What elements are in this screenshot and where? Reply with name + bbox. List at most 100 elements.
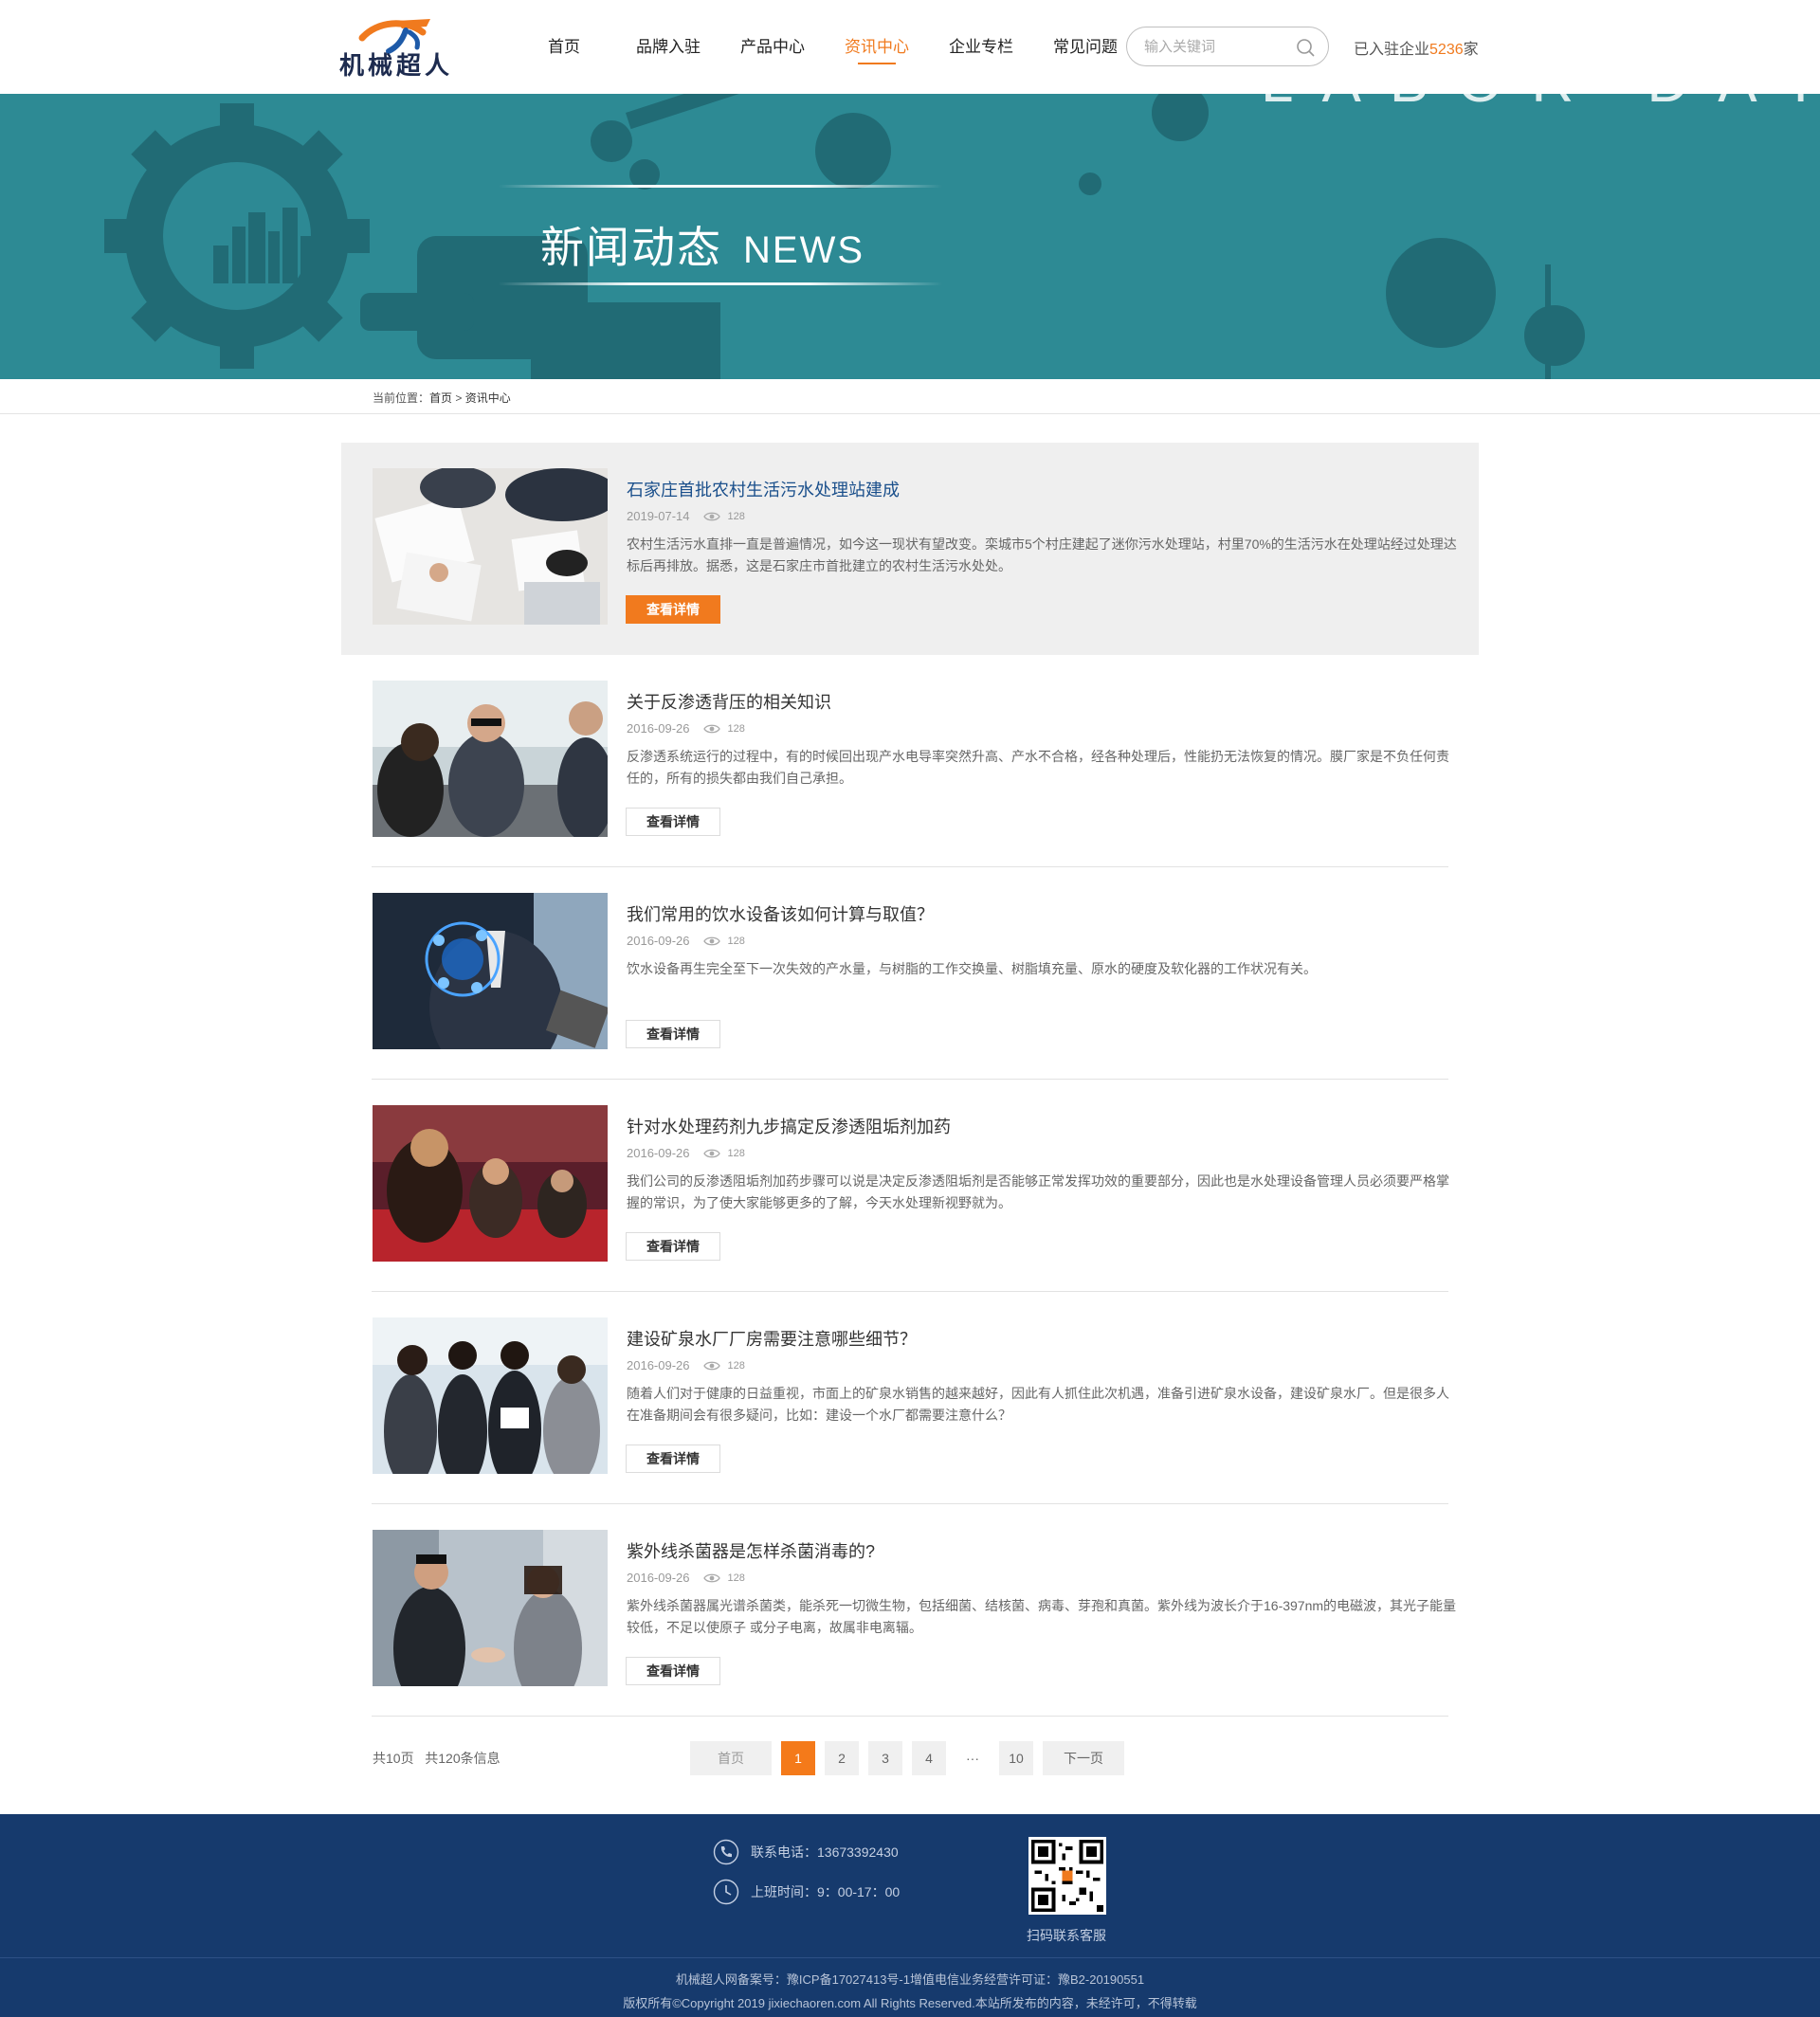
banner-line-top: [498, 185, 943, 188]
clock-icon: [713, 1879, 739, 1905]
search-input[interactable]: [1144, 36, 1286, 57]
view-details-button[interactable]: 查看详情: [626, 1232, 720, 1261]
total-items: 共120条信息: [425, 1751, 500, 1766]
page-button-10[interactable]: 10: [999, 1741, 1033, 1775]
seminar-audience-image: [373, 1105, 608, 1262]
news-title-link[interactable]: 紫外线杀菌器是怎样杀菌消毒的?: [627, 1538, 875, 1563]
logo-text: 机械超人: [339, 51, 454, 80]
icp-text: 机械超人网备案号：豫ICP备17027413号-1增值电信业务经营许可证：豫B2…: [675, 1972, 1145, 1987]
nav-brand-join[interactable]: 品牌入驻: [616, 0, 720, 94]
meeting-documents-image: [373, 468, 608, 625]
settled-count-text: 已入驻企业5236家: [1354, 36, 1479, 59]
eye-icon: [702, 724, 720, 733]
news-summary: 我们公司的反渗透阻垢剂加药步骤可以说是决定反渗透阻垢剂是否能够正常发挥功效的重要…: [627, 1173, 1449, 1210]
phone-icon: [713, 1839, 739, 1865]
news-thumbnail[interactable]: [373, 1317, 608, 1474]
news-item: 我们常用的饮水设备该如何计算与取值？ 2016-09-26 128 饮水设备再生…: [341, 867, 1479, 1080]
news-date: 2019-07-14: [627, 509, 690, 523]
view-details-button[interactable]: 查看详情: [626, 808, 720, 836]
news-meta: 2016-09-26 128: [627, 1571, 745, 1585]
main-nav: 首页 品牌入驻 产品中心 资讯中心 企业专栏 常见问题: [512, 0, 1138, 94]
business-meeting-image: [373, 681, 608, 837]
page-button-2[interactable]: 2: [825, 1741, 859, 1775]
news-views: 128: [727, 1147, 745, 1159]
pagination-info: 共10页 共120条信息: [373, 1749, 500, 1768]
breadcrumb-home-link[interactable]: 首页: [429, 391, 452, 405]
news-views: 128: [727, 510, 745, 522]
page-button-1[interactable]: 1: [781, 1741, 815, 1775]
nav-news[interactable]: 资讯中心: [825, 0, 929, 94]
qr-code: [1028, 1837, 1106, 1915]
search-icon[interactable]: [1296, 38, 1315, 57]
nav-enterprise[interactable]: 企业专栏: [929, 0, 1033, 94]
banner-title-cn: 新闻动态: [540, 223, 722, 272]
news-views: 128: [727, 722, 745, 735]
news-thumbnail[interactable]: [373, 1530, 608, 1686]
nav-faq[interactable]: 常见问题: [1033, 0, 1138, 94]
contact-hours: 上班时间：9：00-17：00: [713, 1879, 900, 1905]
news-title-link[interactable]: 针对水处理药剂九步搞定反渗透阻垢剂加药: [627, 1114, 951, 1138]
news-meta: 2016-09-26 128: [627, 721, 745, 736]
news-views: 128: [727, 1359, 745, 1372]
digital-network-image: [373, 893, 608, 1049]
view-details-button[interactable]: 查看详情: [626, 595, 720, 624]
handshake-image: [373, 1530, 608, 1686]
breadcrumb-current[interactable]: 资讯中心: [465, 391, 511, 405]
news-list: 石家庄首批农村生活污水处理站建成 2019-07-14 128 农村生活污水直排…: [341, 443, 1479, 1717]
total-pages: 共10页: [373, 1751, 414, 1766]
banner-title-en: NEWS: [743, 229, 864, 271]
banner-title: 新闻动态 NEWS: [540, 213, 864, 276]
nav-products[interactable]: 产品中心: [720, 0, 825, 94]
nav-home[interactable]: 首页: [512, 0, 616, 94]
breadcrumb-separator: >: [455, 391, 463, 405]
view-details-button[interactable]: 查看详情: [626, 1020, 720, 1048]
site-logo[interactable]: 机械超人: [339, 11, 472, 82]
news-thumbnail[interactable]: [373, 468, 608, 625]
news-title-link[interactable]: 我们常用的饮水设备该如何计算与取值？: [627, 901, 934, 926]
footer-divider: [0, 1957, 1820, 1958]
settled-prefix: 已入驻企业: [1354, 42, 1430, 58]
news-meta: 2016-09-26 128: [627, 1146, 745, 1160]
pagination: 首页 1 2 3 4 ··· 10 下一页: [690, 1741, 1134, 1775]
breadcrumb: 当前位置：首页 > 资讯中心: [373, 390, 511, 406]
eye-icon: [702, 1149, 720, 1157]
news-thumbnail[interactable]: [373, 681, 608, 837]
settled-count: 5236: [1429, 42, 1464, 58]
news-summary: 随着人们对于健康的日益重视，市面上的矿泉水销售的越来越好，因此有人抓住此次机遇，…: [627, 1386, 1449, 1423]
page-button-4[interactable]: 4: [912, 1741, 946, 1775]
news-date: 2016-09-26: [627, 1358, 690, 1372]
news-thumbnail[interactable]: [373, 893, 608, 1049]
contact-phone: 联系电话：13673392430: [713, 1839, 899, 1865]
qr-code-icon: [1031, 1840, 1103, 1912]
news-item: 针对水处理药剂九步搞定反渗透阻垢剂加药 2016-09-26 128 我们公司的…: [341, 1080, 1479, 1292]
news-summary: 饮水设备再生完全至下一次失效的产水量，与树脂的工作交换量、树脂填充量、原水的硬度…: [627, 961, 1317, 976]
first-page-button[interactable]: 首页: [690, 1741, 772, 1775]
banner-decoration-graphic: LABOR DAY: [104, 94, 1820, 379]
page-button-3[interactable]: 3: [868, 1741, 902, 1775]
news-views: 128: [727, 1572, 745, 1584]
divider: [372, 1716, 1448, 1717]
news-meta: 2019-07-14 128: [627, 509, 745, 523]
search-box: [1126, 27, 1329, 66]
eye-icon: [702, 1573, 720, 1582]
banner-line-bottom: [498, 282, 943, 285]
news-meta: 2016-09-26 128: [627, 934, 745, 948]
settled-suffix: 家: [1463, 42, 1479, 58]
news-title-link[interactable]: 石家庄首批农村生活污水处理站建成: [627, 477, 900, 501]
news-thumbnail[interactable]: [373, 1105, 608, 1262]
news-item: 关于反渗透背压的相关知识 2016-09-26 128 反渗透系统运行的过程中，…: [341, 655, 1479, 867]
news-date: 2016-09-26: [627, 1571, 690, 1585]
news-title-link[interactable]: 建设矿泉水厂厂房需要注意哪些细节？: [627, 1326, 917, 1351]
news-summary: 反渗透系统运行的过程中，有的时候回出现产水电导率突然升高、产水不合格，经各种处理…: [627, 749, 1449, 786]
copyright-text: 版权所有©Copyright 2019 jixiechaoren.com All…: [623, 1996, 1197, 2010]
view-details-button[interactable]: 查看详情: [626, 1445, 720, 1473]
news-item: 紫外线杀菌器是怎样杀菌消毒的? 2016-09-26 128 紫外线杀菌器属光谱…: [341, 1504, 1479, 1717]
news-title-link[interactable]: 关于反渗透背压的相关知识: [627, 689, 831, 714]
hours-text: 上班时间：9：00-17：00: [751, 1884, 901, 1899]
news-date: 2016-09-26: [627, 934, 690, 948]
next-page-button[interactable]: 下一页: [1043, 1741, 1124, 1775]
view-details-button[interactable]: 查看详情: [626, 1657, 720, 1685]
qr-label: 扫码联系客服: [1027, 1928, 1106, 1943]
news-item: 石家庄首批农村生活污水处理站建成 2019-07-14 128 农村生活污水直排…: [341, 443, 1479, 655]
site-footer: 联系电话：13673392430 上班时间：9：00-17：00 扫码联系客服 …: [0, 1814, 1820, 2017]
